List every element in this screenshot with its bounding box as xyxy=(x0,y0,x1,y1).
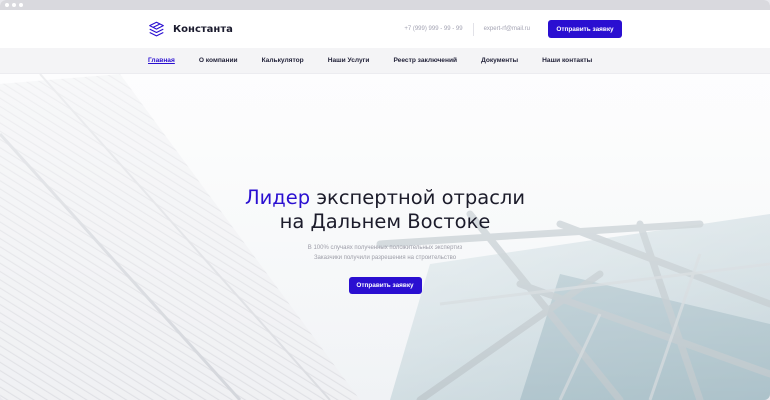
hero-title: Лидер экспертной отрасли на Дальнем Вост… xyxy=(0,186,770,234)
browser-window: Константа +7 (999) 999 - 99 - 99 expert-… xyxy=(0,0,770,400)
header-contacts: +7 (999) 999 - 99 - 99 expert-rf@mail.ru… xyxy=(404,20,622,38)
logo[interactable]: Константа xyxy=(148,21,233,38)
nav-item-contacts[interactable]: Наши контакты xyxy=(542,57,592,64)
send-request-button[interactable]: Отправить заявку xyxy=(548,20,622,38)
email-link[interactable]: expert-rf@mail.ru xyxy=(484,26,530,32)
hero-title-line2: на Дальнем Востоке xyxy=(279,210,491,233)
nav-item-calculator[interactable]: Калькулятор xyxy=(262,57,304,64)
phone-link[interactable]: +7 (999) 999 - 99 - 99 xyxy=(404,26,462,32)
hero-subtitle: В 100% случаях полученных положительных … xyxy=(307,245,463,261)
brand-name: Константа xyxy=(173,23,233,35)
browser-chrome-bar xyxy=(0,0,770,10)
nav-item-about[interactable]: О компании xyxy=(199,57,238,64)
main-nav: Главная О компании Калькулятор Наши Услу… xyxy=(0,48,770,74)
nav-item-documents[interactable]: Документы xyxy=(481,57,518,64)
nav-item-services[interactable]: Наши Услуги xyxy=(328,57,370,64)
hero-title-accent: Лидер xyxy=(244,186,311,209)
hero-content: Лидер экспертной отрасли на Дальнем Вост… xyxy=(0,186,770,295)
hero-title-rest: экспертной отрасли xyxy=(316,186,526,209)
nav-item-home[interactable]: Главная xyxy=(148,57,175,64)
hero-send-request-button[interactable]: Отправить заявку xyxy=(348,277,422,295)
nav-item-registry[interactable]: Реестр заключений xyxy=(393,57,457,64)
window-dot-icon xyxy=(19,3,23,7)
stacked-layers-logo-icon xyxy=(149,21,164,36)
window-dot-icon xyxy=(12,3,16,7)
site-header: Константа +7 (999) 999 - 99 - 99 expert-… xyxy=(0,10,770,48)
window-dot-icon xyxy=(5,3,9,7)
hero-section: Лидер экспертной отрасли на Дальнем Вост… xyxy=(0,74,770,400)
divider xyxy=(472,22,474,36)
